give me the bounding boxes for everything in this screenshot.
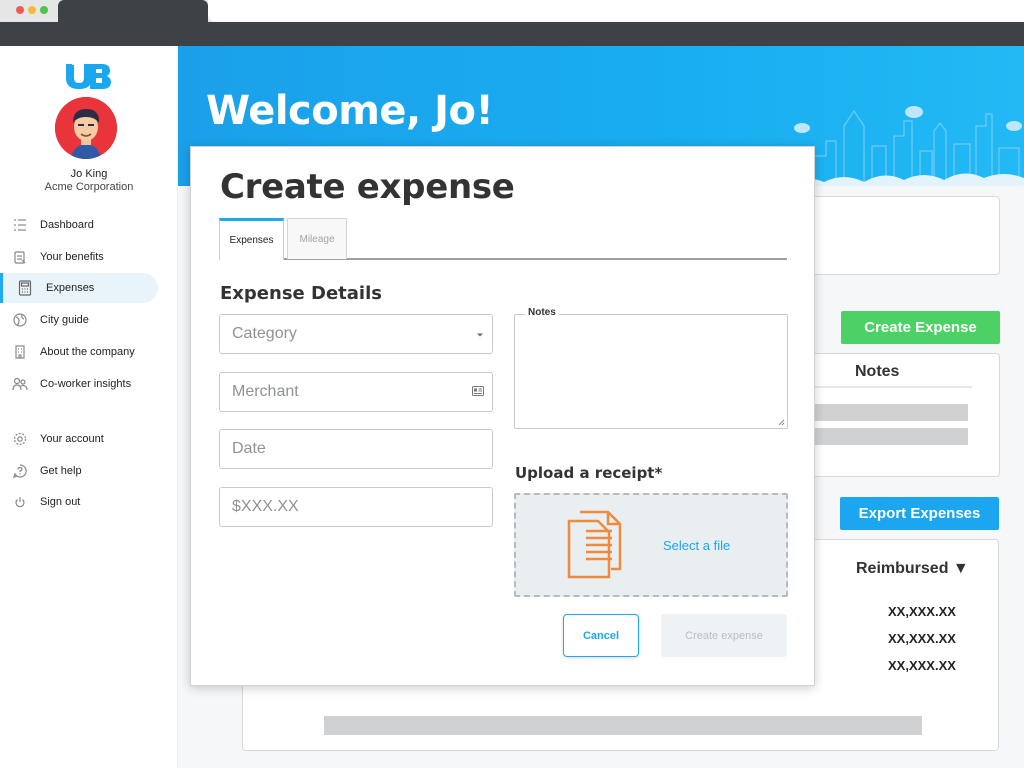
sidebar-item-label: Sign out (40, 496, 81, 508)
contact-card-icon (472, 383, 484, 401)
upload-dropzone[interactable]: Select a file (514, 493, 788, 597)
user-name: Jo King (70, 168, 108, 180)
browser-tab[interactable] (58, 0, 208, 22)
minimize-window-button[interactable] (28, 6, 36, 14)
browser-toolbar (0, 22, 1024, 46)
reimbursed-cell: XX,XXX.XX (888, 604, 956, 619)
expense-details-heading: Expense Details (220, 283, 382, 304)
welcome-heading: Welcome, Jo! (206, 88, 494, 134)
sidebar-item-label: Your account (40, 433, 104, 445)
notes-label: Notes (525, 307, 559, 318)
tab-expenses[interactable]: Expenses (219, 218, 284, 260)
modal-title: Create expense (220, 167, 515, 207)
create-expense-submit-button[interactable]: Create expense (661, 614, 787, 657)
sidebar-item-sign-out[interactable]: Sign out (0, 487, 158, 517)
merchant-field[interactable]: Merchant (219, 372, 493, 412)
sidebar-item-label: Expenses (46, 282, 95, 294)
power-icon (0, 496, 40, 508)
select-file-link[interactable]: Select a file (663, 538, 730, 553)
sidebar-item-label: City guide (40, 314, 89, 326)
sidebar-item-about-company[interactable]: About the company (0, 337, 158, 367)
people-icon (0, 377, 40, 391)
notes-textarea[interactable] (514, 314, 788, 429)
company-logo (66, 62, 111, 89)
list-icon (0, 218, 40, 232)
sidebar-item-coworker-insights[interactable]: Co-worker insights (0, 369, 158, 399)
sidebar-item-your-benefits[interactable]: Your benefits (0, 242, 158, 272)
create-expense-button[interactable]: Create Expense (841, 311, 1000, 344)
placeholder-bar (812, 428, 968, 445)
documents-icon (567, 510, 622, 579)
user-avatar-icon (55, 97, 117, 159)
clipboard-icon (0, 250, 40, 264)
maximize-window-button[interactable] (40, 6, 48, 14)
building-icon (0, 345, 40, 359)
amount-field[interactable]: $XXX.XX (219, 487, 493, 527)
sidebar-item-label: Dashboard (40, 219, 94, 231)
export-expenses-button[interactable]: Export Expenses (840, 497, 999, 530)
reimbursed-cell: XX,XXX.XX (888, 631, 956, 646)
sidebar-item-expenses[interactable]: Expenses (0, 273, 158, 303)
gear-icon (0, 432, 40, 446)
city-skyline-illustration (784, 106, 1024, 186)
caret-down-icon (476, 325, 484, 343)
sidebar-item-get-help[interactable]: Get help (0, 456, 158, 486)
reimbursed-cell: XX,XXX.XX (888, 658, 956, 673)
cancel-button[interactable]: Cancel (563, 614, 639, 657)
sidebar-item-city-guide[interactable]: City guide (0, 305, 158, 335)
notes-column-header: Notes (855, 363, 900, 380)
sidebar-item-label: Co-worker insights (40, 378, 132, 390)
category-placeholder: Category (232, 325, 297, 342)
globe-icon (0, 313, 40, 327)
reimbursed-column-header[interactable]: Reimbursed ▼ (856, 560, 969, 578)
sidebar-item-label: Get help (40, 465, 82, 477)
date-placeholder: Date (232, 440, 266, 457)
category-select[interactable]: Category (219, 314, 493, 354)
close-window-button[interactable] (16, 6, 24, 14)
amount-placeholder: $XXX.XX (232, 498, 299, 515)
calculator-icon (3, 280, 46, 296)
help-icon (0, 464, 40, 478)
resize-handle-icon[interactable] (778, 419, 785, 426)
create-expense-modal: Create expense Expenses Mileage Expense … (190, 146, 815, 686)
user-company: Acme Corporation (44, 181, 134, 193)
upload-receipt-heading: Upload a receipt* (515, 464, 663, 482)
sidebar-item-your-account[interactable]: Your account (0, 424, 158, 454)
sidebar-item-dashboard[interactable]: Dashboard (0, 210, 158, 240)
merchant-placeholder: Merchant (232, 383, 299, 400)
browser-titlebar (0, 0, 1024, 22)
divider (812, 386, 972, 388)
summary-card (800, 196, 1000, 275)
tab-mileage[interactable]: Mileage (287, 218, 347, 259)
sidebar-item-label: About the company (40, 346, 135, 358)
avatar[interactable] (55, 97, 117, 159)
sidebar-item-label: Your benefits (40, 251, 104, 263)
date-field[interactable]: Date (219, 429, 493, 469)
placeholder-bar (324, 716, 922, 735)
placeholder-bar (812, 404, 968, 421)
address-bar[interactable] (208, 0, 1024, 22)
sidebar: Jo King Acme Corporation Dashboard Your … (0, 46, 178, 768)
